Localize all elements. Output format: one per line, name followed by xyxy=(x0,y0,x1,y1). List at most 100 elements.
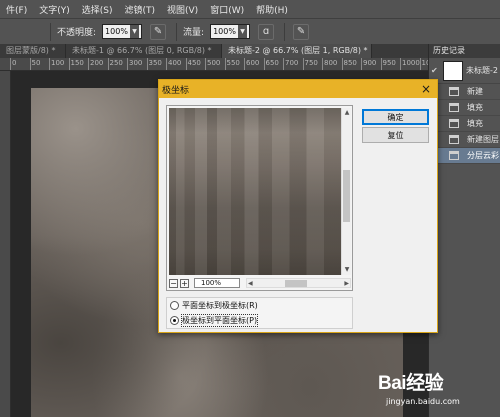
menu-select[interactable]: 选择(S) xyxy=(76,3,119,16)
menu-help[interactable]: 帮助(H) xyxy=(250,3,294,16)
history-item-label: 填充 xyxy=(467,103,483,112)
ruler-label: 0 xyxy=(12,59,17,67)
ruler-label: 250 xyxy=(109,59,123,67)
ruler-label: 1000 xyxy=(402,59,420,67)
history-step-icon xyxy=(449,151,459,160)
ruler-tick xyxy=(341,58,343,70)
chevron-right-icon[interactable]: ▶ xyxy=(344,279,349,288)
history-snapshot[interactable]: ✔ 未标题-2 xyxy=(429,58,500,84)
history-step-icon xyxy=(449,135,459,144)
ruler-tick xyxy=(185,58,187,70)
tab-untitled-1[interactable]: 未标题-1 @ 66.7% (图层 0, RGB/8) * xyxy=(66,44,222,58)
ruler-label: 150 xyxy=(70,59,84,67)
menu-file[interactable]: 件(F) xyxy=(0,3,33,16)
menu-filter[interactable]: 滤镜(T) xyxy=(118,3,161,16)
menu-window[interactable]: 窗口(W) xyxy=(204,3,250,16)
snapshot-thumbnail xyxy=(443,60,463,81)
history-step-icon xyxy=(449,87,459,96)
ruler-label: 800 xyxy=(324,59,338,67)
chevron-up-icon[interactable]: ▲ xyxy=(342,108,352,118)
preview-vertical-scrollbar[interactable]: ▲ ▼ xyxy=(341,108,351,275)
flow-label: 流量: xyxy=(183,28,205,38)
ruler-label: 750 xyxy=(304,59,318,67)
flow-dropdown[interactable]: 100% ▼ xyxy=(210,24,251,39)
chevron-down-icon[interactable]: ▼ xyxy=(342,265,352,275)
history-panel: 历史记录 ✔ 未标题-2 新建 填充 填充 新建图层 分层云彩 xyxy=(428,44,500,417)
zoom-out-button[interactable]: − xyxy=(169,278,178,288)
ruler-label: 100 xyxy=(51,59,65,67)
menu-type[interactable]: 文字(Y) xyxy=(33,3,76,16)
menu-view[interactable]: 视图(V) xyxy=(161,3,204,16)
close-icon[interactable]: × xyxy=(421,83,431,95)
history-brush-icon[interactable]: ✔ xyxy=(431,66,443,75)
options-divider xyxy=(50,22,51,41)
options-divider xyxy=(284,22,286,41)
dialog-title: 极坐标 xyxy=(162,85,190,96)
flow-value: 100% xyxy=(213,27,236,36)
polar-coordinates-dialog: 极坐标 × ▲ ▼ − + 100% ◀ ▶ 确定 复位 平面坐标到极坐标(R) xyxy=(158,79,438,333)
option-label: 极坐标到平面坐标(P) xyxy=(180,314,259,327)
zoom-in-button[interactable]: + xyxy=(180,278,189,288)
watermark-logo: Bai经验 xyxy=(378,373,444,394)
history-item-new[interactable]: 新建 xyxy=(429,84,500,100)
option-rect-to-polar[interactable]: 平面坐标到极坐标(R) xyxy=(167,298,352,313)
airbrush-icon[interactable]: ɑ xyxy=(258,23,275,40)
preview-frame: ▲ ▼ − + 100% ◀ ▶ xyxy=(166,105,353,291)
ruler-tick xyxy=(29,58,31,70)
ruler-tick xyxy=(10,58,11,70)
chevron-down-icon: ▼ xyxy=(130,25,140,38)
ruler-tick xyxy=(380,58,382,70)
chevron-left-icon[interactable]: ◀ xyxy=(248,279,253,288)
ruler-label: 650 xyxy=(265,59,279,67)
reset-button[interactable]: 复位 xyxy=(362,127,429,143)
options-divider xyxy=(176,22,178,41)
filter-preview[interactable] xyxy=(169,108,341,275)
ruler-tick xyxy=(419,58,421,70)
vertical-ruler xyxy=(0,71,11,417)
history-item-label: 新建 xyxy=(467,87,483,96)
opacity-dropdown[interactable]: 100% ▼ xyxy=(102,24,143,39)
scrollbar-thumb[interactable] xyxy=(343,170,350,222)
ruler-label: 450 xyxy=(187,59,201,67)
option-polar-to-rect[interactable]: 极坐标到平面坐标(P) xyxy=(167,313,352,328)
ok-button[interactable]: 确定 xyxy=(362,109,429,125)
tab-untitled-2[interactable]: 未标题-2 @ 66.7% (图层 1, RGB/8) * xyxy=(222,44,372,58)
history-item-new-layer[interactable]: 新建图层 xyxy=(429,132,500,148)
ruler-label: 200 xyxy=(90,59,104,67)
history-panel-title[interactable]: 历史记录 xyxy=(429,44,500,58)
ruler-label: 50 xyxy=(31,59,41,67)
pressure-size-icon[interactable]: ✎ xyxy=(293,23,310,40)
pressure-opacity-icon[interactable]: ✎ xyxy=(150,23,167,40)
ruler-tick xyxy=(244,58,245,70)
radio-polar-to-rect[interactable] xyxy=(170,316,179,325)
history-item-fill[interactable]: 填充 xyxy=(429,100,500,116)
ruler-tick xyxy=(107,58,109,70)
ruler-tick xyxy=(224,58,226,70)
ruler-label: 900 xyxy=(363,59,377,67)
zoom-level: 100% xyxy=(194,278,240,288)
ruler-tick xyxy=(283,58,284,70)
opacity-label: 不透明度: xyxy=(57,28,97,38)
radio-rect-to-polar[interactable] xyxy=(170,301,179,310)
ruler-label: 600 xyxy=(246,59,260,67)
option-label: 平面坐标到极坐标(R) xyxy=(182,301,258,310)
ruler-tick xyxy=(322,58,323,70)
history-item-label: 填充 xyxy=(467,119,483,128)
horizontal-ruler: 0 50 100 150 200 250 300 350 400 450 500 550 600 650 7… xyxy=(0,58,428,71)
baidu-jingyan-watermark: Bai经验 jingyan.baidu.com xyxy=(378,364,500,417)
preview-zoom-bar: − + 100% ◀ ▶ xyxy=(169,277,351,289)
snapshot-name: 未标题-2 xyxy=(466,66,498,75)
history-item-fill-2[interactable]: 填充 xyxy=(429,116,500,132)
dialog-title-bar[interactable]: 极坐标 × xyxy=(159,80,437,98)
history-step-icon xyxy=(449,119,459,128)
tab-layer-mask[interactable]: 图层蒙版/8) * xyxy=(0,44,66,58)
ruler-tick xyxy=(263,58,265,70)
ruler-tick xyxy=(88,58,89,70)
history-item-difference-clouds[interactable]: 分层云彩 xyxy=(429,148,500,164)
chevron-down-icon: ▼ xyxy=(238,25,248,38)
preview-horizontal-scrollbar[interactable]: ◀ ▶ xyxy=(246,278,351,288)
scrollbar-thumb[interactable] xyxy=(285,280,307,287)
ruler-label: 400 xyxy=(168,59,182,67)
ruler-tick xyxy=(127,58,128,70)
options-bar: 不透明度: 100% ▼ ✎ 流量: 100% ▼ ɑ ✎ xyxy=(0,18,500,44)
